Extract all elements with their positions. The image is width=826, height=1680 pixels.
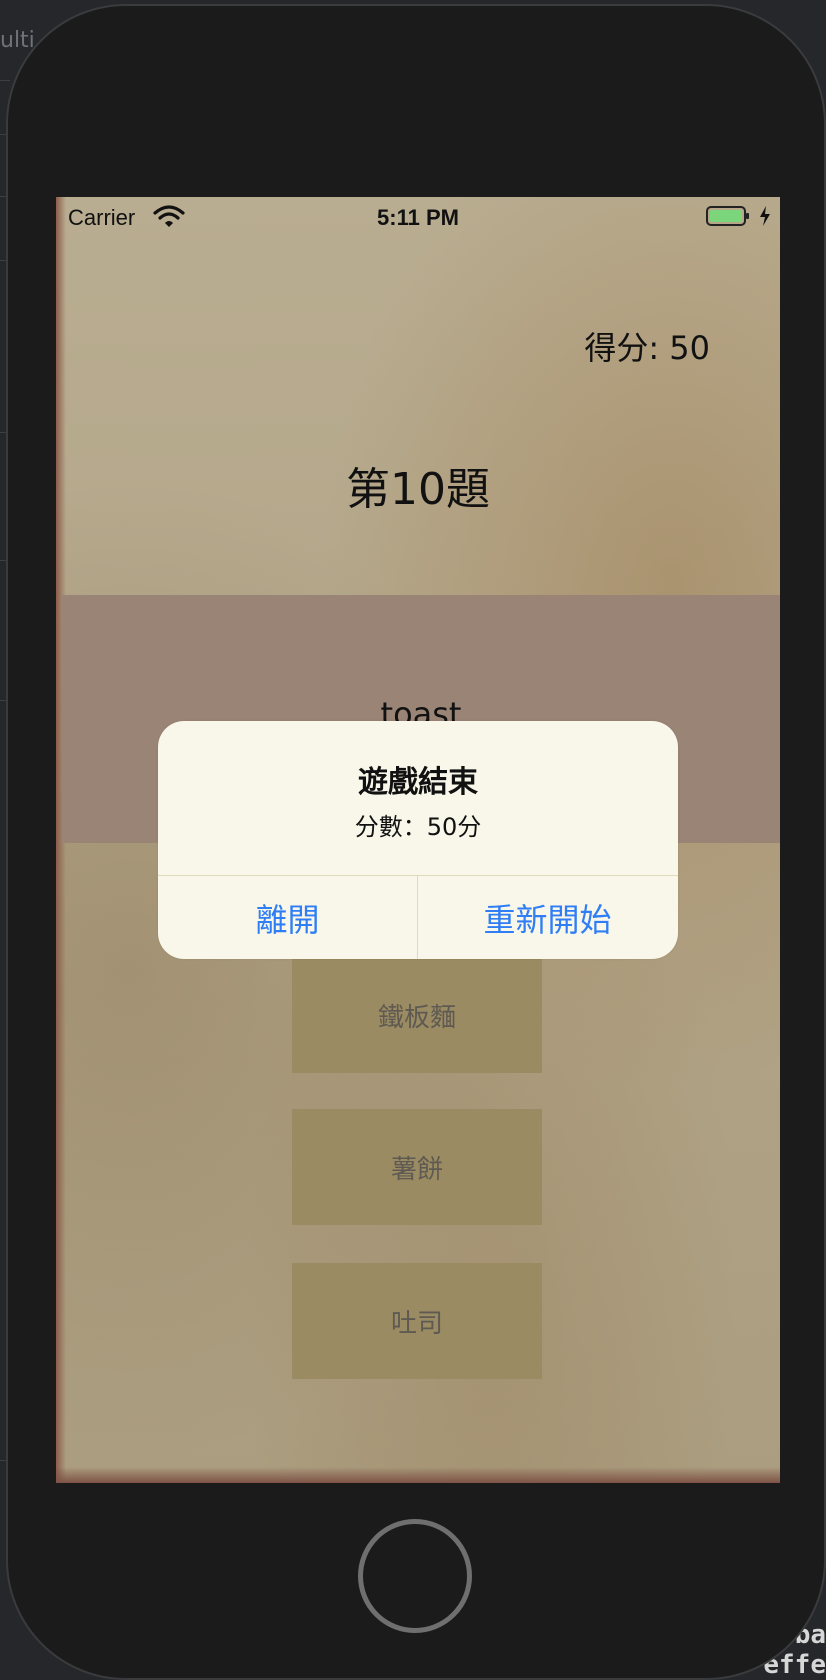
status-bar: Carrier 5:11 PM [56,197,780,237]
game-over-alert: 遊戲結束 分數：50分 離開 重新開始 [158,721,678,959]
ide-tab-title[interactable]: ulti [0,28,35,53]
answer-button-2[interactable]: 薯餅 [292,1109,542,1225]
battery-icon [706,206,749,226]
paper-edge [56,1467,780,1483]
clock: 5:11 PM [377,205,459,230]
ide-divider [0,80,10,81]
charging-bolt-icon [760,206,770,226]
alert-title: 遊戲結束 [358,765,478,800]
answer-button-1[interactable]: 鐵板麵 [292,957,542,1073]
score-label: 得分: 50 [584,329,710,367]
answer-label: 薯餅 [390,1154,443,1185]
leave-button[interactable]: 離開 [158,876,417,959]
question-number: 第10題 [346,464,490,515]
alert-message: 分數：50分 [354,813,482,841]
home-button[interactable] [358,1519,472,1633]
answer-label: 鐵板麵 [377,1002,456,1033]
restart-button[interactable]: 重新開始 [418,876,677,959]
answer-label: 吐司 [390,1308,443,1339]
answer-button-3[interactable]: 吐司 [292,1263,542,1379]
app-screen: Carrier 5:11 PM 得分: 50 第10題 toast 鐵板麵 薯餅… [56,197,780,1483]
